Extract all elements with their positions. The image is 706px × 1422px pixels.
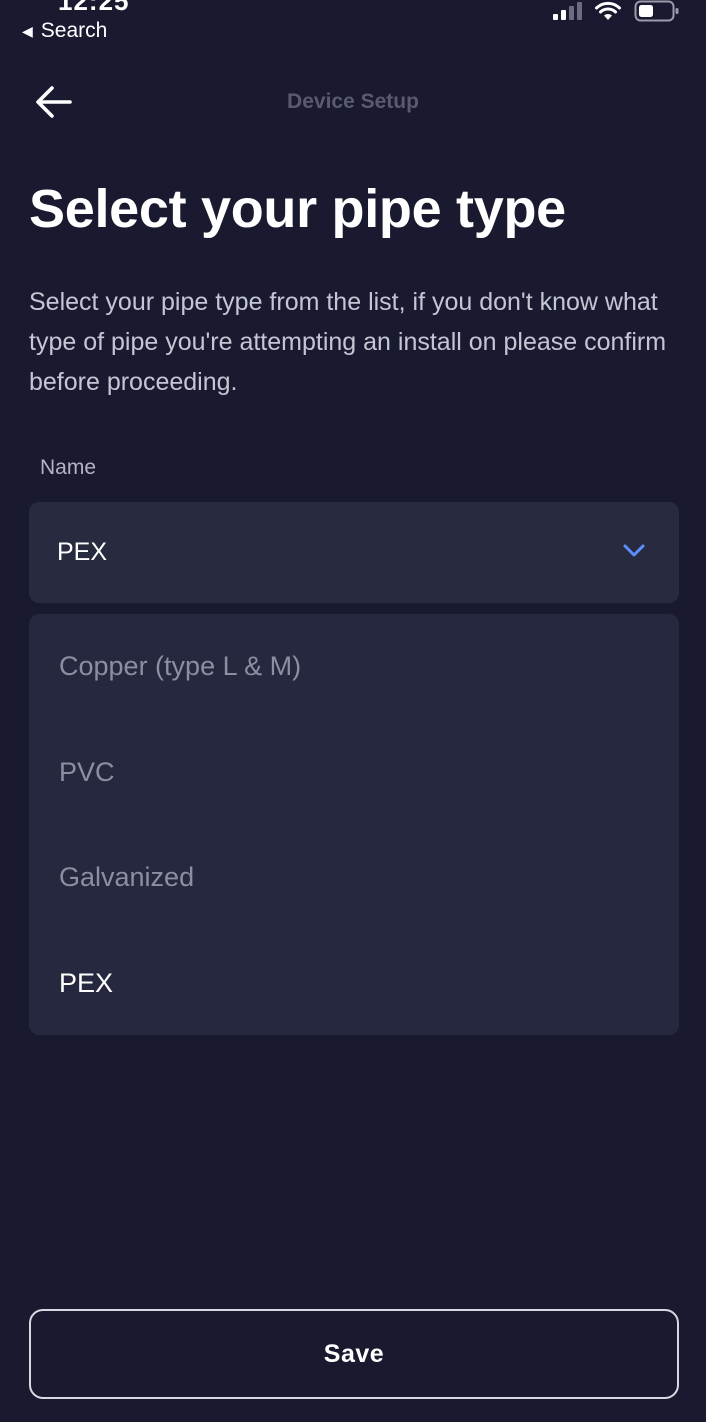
status-time: 12:25 [58,0,130,16]
screen: 12:25 ◀ Search Device Setup Select your … [0,0,706,1422]
pipe-type-select[interactable]: PEX [29,502,679,603]
pipe-type-dropdown: Copper (type L & M) PVC Galvanized PEX [29,614,679,1035]
page-description: Select your pipe type from the list, if … [29,288,667,396]
back-triangle-icon: ◀ [22,23,33,39]
back-to-search-link[interactable]: ◀ Search [22,18,107,44]
header: Device Setup [0,70,706,136]
option-pex[interactable]: PEX [29,931,679,1037]
save-button[interactable]: Save [29,1309,679,1399]
status-icons [553,0,680,22]
cellular-signal-icon [553,2,582,20]
back-to-search-label: Search [40,19,108,42]
battery-icon [634,0,679,22]
option-pvc[interactable]: PVC [29,720,679,826]
option-galvanized[interactable]: Galvanized [29,825,679,931]
wifi-icon [595,1,621,20]
page-title: Select your pipe type [29,179,566,239]
select-value: PEX [57,538,108,566]
header-title: Device Setup [287,90,419,113]
field-label-name: Name [40,456,97,479]
chevron-down-icon [623,544,645,557]
option-copper[interactable]: Copper (type L & M) [29,614,679,720]
